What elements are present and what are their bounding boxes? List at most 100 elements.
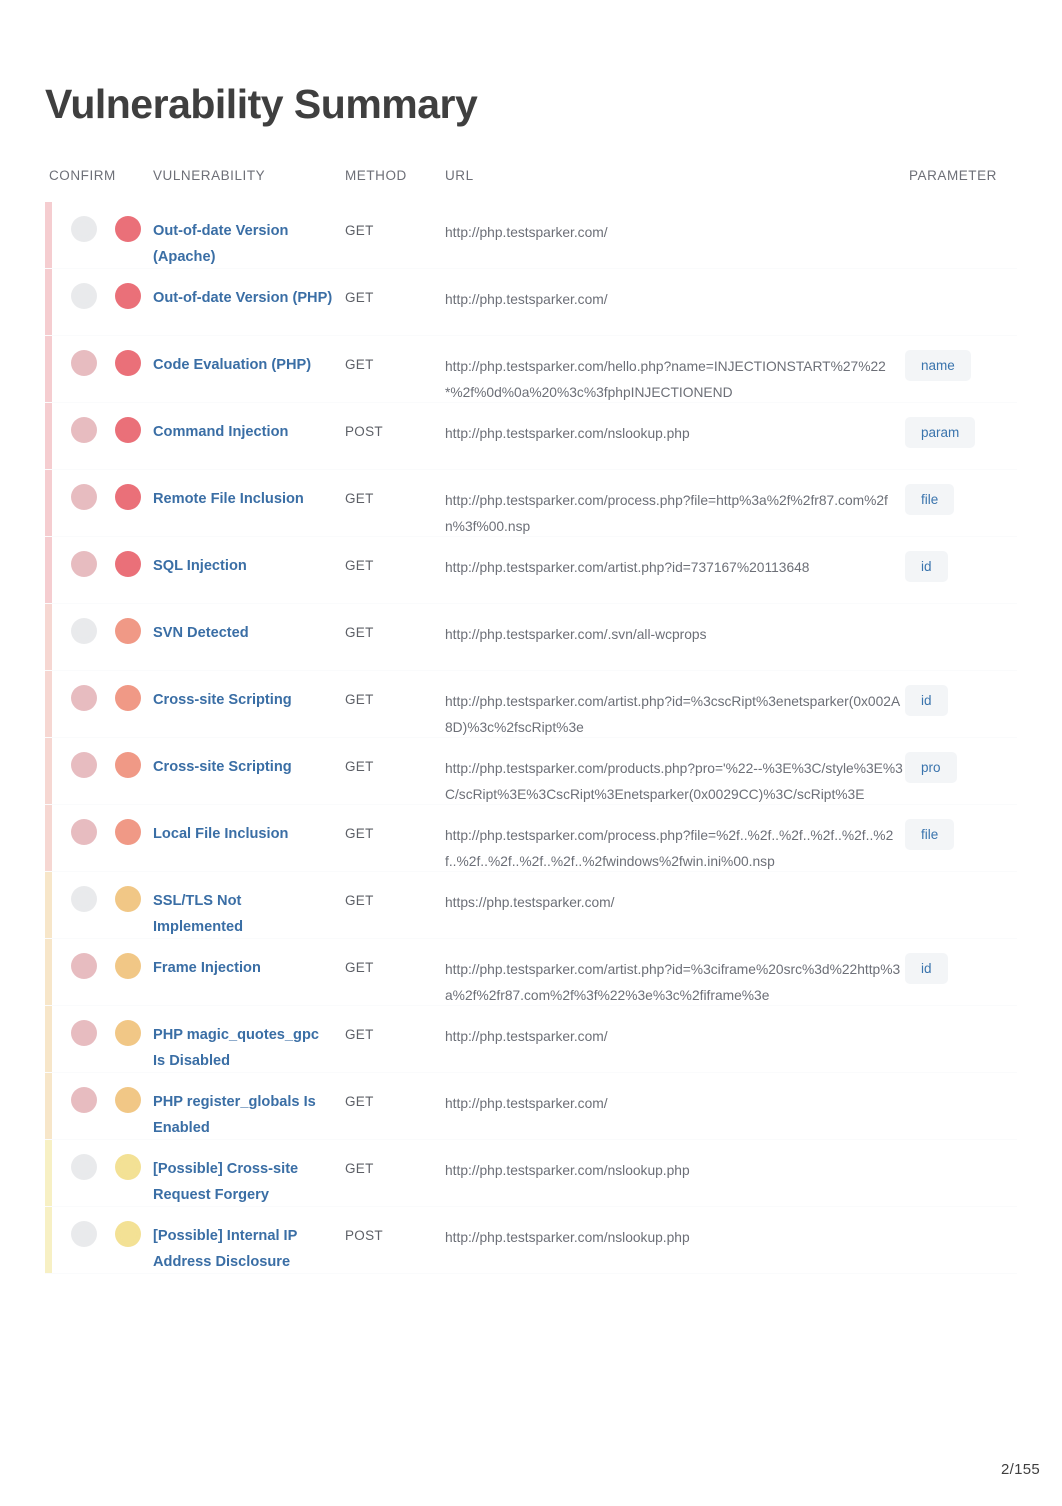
severity-level-icon	[115, 685, 141, 711]
target-url: http://php.testsparker.com/	[445, 292, 608, 307]
table-row[interactable]: SQL Injection GET http://php.testsparker.c…	[45, 537, 1017, 604]
table-row[interactable]: Out-of-date Version (PHP) GET http://php.t…	[45, 269, 1017, 336]
vulnerability-name-link[interactable]: PHP register_globals Is Enabled	[153, 1089, 335, 1141]
table-row-content: PHP magic_quotes_gpc Is Disabled GET http:…	[45, 1006, 1017, 1072]
confirm-status-icon[interactable]	[71, 819, 97, 845]
confirm-status-icon[interactable]	[71, 618, 97, 644]
confirm-status-icon[interactable]	[71, 886, 97, 912]
table-row[interactable]: SVN Detected GET http://php.testsparker.co…	[45, 604, 1017, 671]
table-row[interactable]: Remote File Inclusion GET http://php.tests…	[45, 470, 1017, 537]
table-row[interactable]: Command Injection POST http://php.testspar…	[45, 403, 1017, 470]
vulnerability-name-link[interactable]: Out-of-date Version (Apache)	[153, 218, 335, 270]
parameter-cell: param	[905, 417, 1015, 448]
table-row-content: Code Evaluation (PHP) GET http://php.tests…	[45, 336, 1017, 402]
table-row-content: SSL/TLS Not Implemented GET https://php.te…	[45, 872, 1017, 938]
severity-level-icon	[115, 1087, 141, 1113]
table-row[interactable]: PHP magic_quotes_gpc Is Disabled GET http:…	[45, 1006, 1017, 1073]
parameter-badge: name	[905, 350, 971, 381]
confirm-status-icon[interactable]	[71, 551, 97, 577]
parameter-cell: id	[905, 551, 1015, 582]
table-row[interactable]: Local File Inclusion GET http://php.testsp…	[45, 805, 1017, 872]
vulnerability-name-link[interactable]: Out-of-date Version (PHP)	[153, 285, 335, 311]
confirm-status-icon[interactable]	[71, 752, 97, 778]
report-page: Vulnerability Summary CONFIRM VULNERABIL…	[0, 0, 1062, 1506]
severity-stripe	[45, 604, 52, 670]
column-header-vulnerability: VULNERABILITY	[153, 168, 266, 183]
column-header-confirm: CONFIRM	[49, 168, 116, 183]
target-url: http://php.testsparker.com/nslookup.php	[445, 1163, 690, 1178]
parameter-badge: pro	[905, 752, 957, 783]
http-method: GET	[345, 759, 374, 774]
severity-level-icon	[115, 1154, 141, 1180]
confirm-status-icon[interactable]	[71, 1221, 97, 1247]
table-row[interactable]: Frame Injection GET http://php.testsparker…	[45, 939, 1017, 1006]
vulnerability-name-link[interactable]: Cross-site Scripting	[153, 754, 335, 780]
target-url: http://php.testsparker.com/nslookup.php	[445, 426, 690, 441]
vulnerability-name-link[interactable]: [Possible] Cross-site Request Forgery	[153, 1156, 335, 1208]
severity-stripe	[45, 872, 52, 938]
vulnerability-name-link[interactable]: Cross-site Scripting	[153, 687, 335, 713]
table-row[interactable]: PHP register_globals Is Enabled GET http:/…	[45, 1073, 1017, 1140]
table-row-content: Remote File Inclusion GET http://php.tests…	[45, 470, 1017, 536]
vulnerability-name-link[interactable]: [Possible] Internal IP Address Disclosur…	[153, 1223, 335, 1275]
vulnerability-name-link[interactable]: PHP magic_quotes_gpc Is Disabled	[153, 1022, 335, 1074]
confirm-status-icon[interactable]	[71, 216, 97, 242]
table-row-content: [Possible] Internal IP Address Disclosur…	[45, 1207, 1017, 1273]
target-url: http://php.testsparker.com/process.php?f…	[445, 828, 894, 869]
table-row-content: PHP register_globals Is Enabled GET http:/…	[45, 1073, 1017, 1139]
confirm-status-icon[interactable]	[71, 417, 97, 443]
table-row[interactable]: Code Evaluation (PHP) GET http://php.tests…	[45, 336, 1017, 403]
severity-level-icon	[115, 350, 141, 376]
confirm-status-icon[interactable]	[71, 685, 97, 711]
table-row[interactable]: Cross-site Scripting GET http://php.testsp…	[45, 671, 1017, 738]
severity-level-icon	[115, 819, 141, 845]
severity-level-icon	[115, 752, 141, 778]
confirm-status-icon[interactable]	[71, 484, 97, 510]
vulnerability-name-link[interactable]: Remote File Inclusion	[153, 486, 335, 512]
parameter-cell: id	[905, 953, 1015, 984]
table-body: Out-of-date Version (Apache) GET http://ph…	[45, 202, 1017, 1274]
severity-stripe	[45, 336, 52, 402]
severity-stripe	[45, 1140, 52, 1206]
table-row[interactable]: SSL/TLS Not Implemented GET https://php.te…	[45, 872, 1017, 939]
table-row-content: Local File Inclusion GET http://php.testsp…	[45, 805, 1017, 871]
table-row-content: [Possible] Cross-site Request Forgery GET…	[45, 1140, 1017, 1206]
severity-stripe	[45, 939, 52, 1005]
table-row-content: Cross-site Scripting GET http://php.testsp…	[45, 738, 1017, 804]
vulnerability-name-link[interactable]: Command Injection	[153, 419, 335, 445]
parameter-cell: file	[905, 819, 1015, 850]
table-row-content: Command Injection POST http://php.testspar…	[45, 403, 1017, 469]
http-method: GET	[345, 357, 374, 372]
severity-stripe	[45, 738, 52, 804]
severity-stripe	[45, 805, 52, 871]
vulnerability-name-link[interactable]: SSL/TLS Not Implemented	[153, 888, 335, 940]
confirm-status-icon[interactable]	[71, 1087, 97, 1113]
severity-stripe	[45, 1207, 52, 1273]
vulnerability-summary-table: CONFIRM VULNERABILITY METHOD URL PARAMET…	[45, 168, 1017, 1274]
vulnerability-name-link[interactable]: SQL Injection	[153, 553, 335, 579]
confirm-status-icon[interactable]	[71, 1154, 97, 1180]
confirm-status-icon[interactable]	[71, 953, 97, 979]
target-url: http://php.testsparker.com/.svn/all-wcpr…	[445, 627, 707, 642]
table-row[interactable]: [Possible] Cross-site Request Forgery GET…	[45, 1140, 1017, 1207]
confirm-status-icon[interactable]	[71, 350, 97, 376]
target-url: http://php.testsparker.com/hello.php?nam…	[445, 359, 886, 400]
confirm-status-icon[interactable]	[71, 1020, 97, 1046]
parameter-cell: file	[905, 484, 1015, 515]
vulnerability-name-link[interactable]: Code Evaluation (PHP)	[153, 352, 335, 378]
vulnerability-name-link[interactable]: Local File Inclusion	[153, 821, 335, 847]
vulnerability-name-link[interactable]: SVN Detected	[153, 620, 335, 646]
http-method: GET	[345, 1094, 374, 1109]
table-row[interactable]: Cross-site Scripting GET http://php.testsp…	[45, 738, 1017, 805]
parameter-badge: id	[905, 551, 948, 582]
http-method: GET	[345, 1027, 374, 1042]
http-method: GET	[345, 223, 374, 238]
http-method: POST	[345, 424, 383, 439]
table-row[interactable]: Out-of-date Version (Apache) GET http://ph…	[45, 202, 1017, 269]
parameter-badge: param	[905, 417, 976, 448]
http-method: GET	[345, 558, 374, 573]
column-header-method: METHOD	[345, 168, 407, 183]
confirm-status-icon[interactable]	[71, 283, 97, 309]
vulnerability-name-link[interactable]: Frame Injection	[153, 955, 335, 981]
table-row[interactable]: [Possible] Internal IP Address Disclosur…	[45, 1207, 1017, 1274]
